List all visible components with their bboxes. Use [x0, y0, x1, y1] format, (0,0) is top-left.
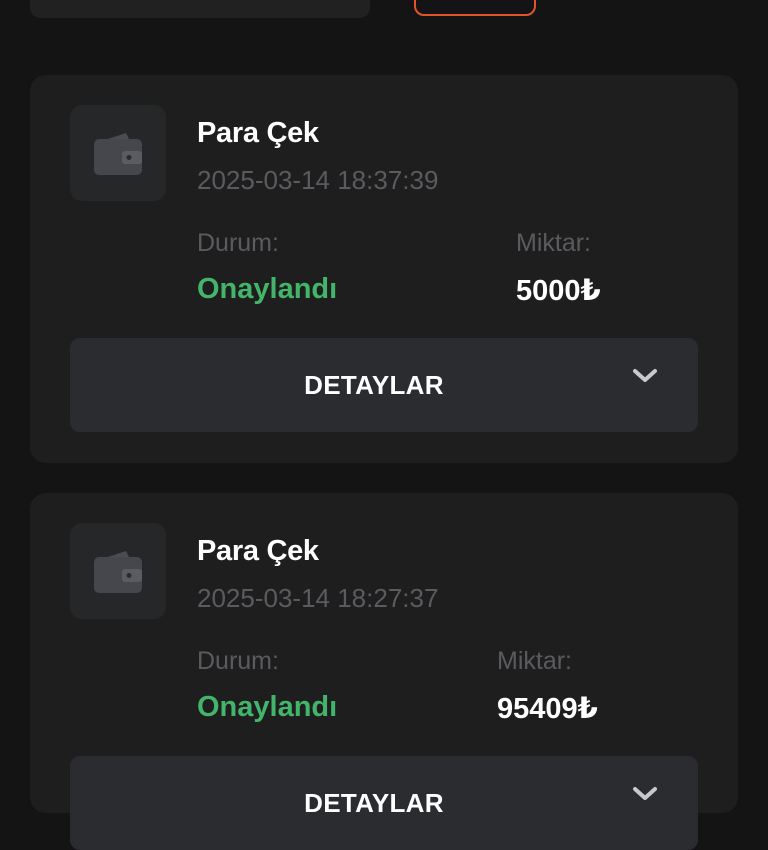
transaction-timestamp: 2025-03-14 18:27:37	[197, 583, 439, 613]
wallet-icon	[70, 105, 166, 201]
amount-value: 95409₺	[497, 693, 598, 725]
transaction-card: Para Çek 2025-03-14 18:37:39 Durum: Mikt…	[30, 75, 738, 463]
transaction-title: Para Çek	[197, 117, 319, 149]
details-button-label: DETAYLAR	[304, 788, 444, 818]
amount-label: Miktar:	[516, 229, 591, 257]
transaction-title: Para Çek	[197, 535, 319, 567]
chevron-down-icon	[633, 787, 657, 800]
filter-field[interactable]	[30, 0, 370, 18]
transaction-card: Para Çek 2025-03-14 18:27:37 Durum: Mikt…	[30, 493, 738, 850]
status-label: Durum:	[197, 647, 279, 675]
amount-label: Miktar:	[497, 647, 572, 675]
chevron-down-icon	[633, 369, 657, 382]
details-button[interactable]: DETAYLAR	[70, 338, 698, 432]
status-badge: Onaylandı	[197, 273, 338, 305]
filter-button[interactable]	[414, 0, 536, 16]
amount-value: 5000₺	[516, 275, 601, 307]
details-button-label: DETAYLAR	[304, 370, 444, 400]
status-label: Durum:	[197, 229, 279, 257]
status-badge: Onaylandı	[197, 691, 338, 723]
details-button[interactable]: DETAYLAR	[70, 756, 698, 850]
transaction-timestamp: 2025-03-14 18:37:39	[197, 165, 439, 195]
wallet-icon	[70, 523, 166, 619]
top-toolbar	[0, 0, 768, 20]
